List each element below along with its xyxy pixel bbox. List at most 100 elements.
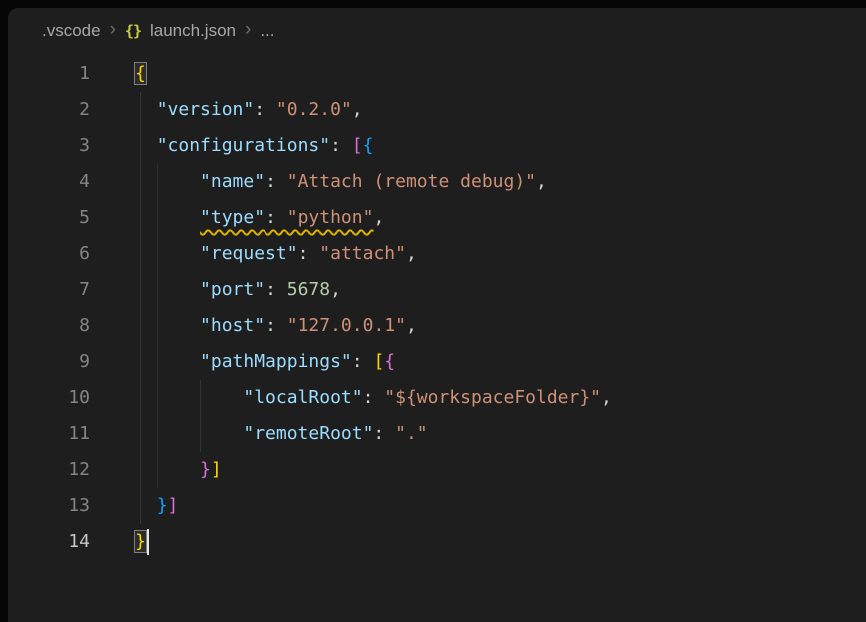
code-line[interactable]: 1{ (8, 56, 866, 92)
code-token: : (265, 171, 287, 192)
code-line[interactable]: 6 "request": "attach", (8, 236, 866, 272)
code-token: "remoteRoot" (243, 423, 373, 444)
code-token: , (373, 207, 384, 228)
code-token: "request" (200, 243, 298, 264)
line-number[interactable]: 10 (8, 380, 90, 416)
code-token: , (406, 243, 417, 264)
line-number[interactable]: 1 (8, 56, 90, 92)
json-braces-icon: {} (125, 22, 141, 40)
code-editor[interactable]: 1{2 "version": "0.2.0",3 "configurations… (8, 54, 866, 560)
code-line[interactable]: 5 "type": "python", (8, 200, 866, 236)
line-number[interactable]: 9 (8, 344, 90, 380)
code-token: "configurations" (157, 135, 330, 156)
line-content[interactable]: }] (135, 452, 222, 488)
line-number[interactable]: 6 (8, 236, 90, 272)
code-token: { (135, 63, 146, 84)
code-token (135, 243, 200, 264)
code-token: "0.2.0" (276, 99, 352, 120)
chevron-right-icon: › (110, 19, 116, 41)
code-token (135, 387, 243, 408)
code-line[interactable]: 10 "localRoot": "${workspaceFolder}", (8, 380, 866, 416)
code-line[interactable]: 8 "host": "127.0.0.1", (8, 308, 866, 344)
code-token: , (330, 279, 341, 300)
breadcrumb-symbol-more[interactable]: ... (260, 21, 274, 41)
code-line[interactable]: 13 }] (8, 488, 866, 524)
code-line[interactable]: 3 "configurations": [{ (8, 128, 866, 164)
line-content[interactable]: "port": 5678, (135, 272, 341, 308)
code-token: : (363, 387, 385, 408)
line-number[interactable]: 13 (8, 488, 90, 524)
line-content[interactable]: "version": "0.2.0", (135, 92, 363, 128)
breadcrumb: .vscode › {} launch.json › ... (8, 8, 866, 54)
code-token: : (330, 135, 352, 156)
code-token (135, 279, 200, 300)
code-token (135, 99, 157, 120)
line-number[interactable]: 5 (8, 200, 90, 236)
line-number[interactable]: 4 (8, 164, 90, 200)
code-token: } (200, 459, 211, 480)
line-number[interactable]: 8 (8, 308, 90, 344)
code-line[interactable]: 4 "name": "Attach (remote debug)", (8, 164, 866, 200)
code-line[interactable]: 7 "port": 5678, (8, 272, 866, 308)
code-line[interactable]: 12 }] (8, 452, 866, 488)
code-token: [ (352, 135, 363, 156)
code-token (135, 423, 243, 444)
code-line[interactable]: 14} (8, 524, 866, 560)
code-token: "port" (200, 279, 265, 300)
text-cursor (147, 529, 149, 555)
breadcrumb-folder[interactable]: .vscode (42, 21, 101, 41)
line-number[interactable]: 12 (8, 452, 90, 488)
code-token: "${workspaceFolder}" (384, 387, 601, 408)
code-token: "python" (287, 207, 374, 228)
code-token (135, 459, 200, 480)
line-content[interactable]: "host": "127.0.0.1", (135, 308, 417, 344)
code-token (135, 207, 200, 228)
code-token: "pathMappings" (200, 351, 352, 372)
code-token (135, 135, 157, 156)
code-line[interactable]: 2 "version": "0.2.0", (8, 92, 866, 128)
line-number[interactable]: 14 (8, 524, 90, 560)
line-content[interactable]: "configurations": [{ (135, 128, 373, 164)
code-token: "attach" (319, 243, 406, 264)
code-token (135, 315, 200, 336)
line-content[interactable]: "name": "Attach (remote debug)", (135, 164, 547, 200)
line-content[interactable]: { (135, 56, 146, 92)
code-line[interactable]: 11 "remoteRoot": "." (8, 416, 866, 452)
line-number[interactable]: 3 (8, 128, 90, 164)
line-number[interactable]: 2 (8, 92, 90, 128)
line-content[interactable]: }] (135, 488, 178, 524)
code-token: , (352, 99, 363, 120)
vscode-window: .vscode › {} launch.json › ... 1{2 "vers… (0, 0, 866, 622)
code-line[interactable]: 9 "pathMappings": [{ (8, 344, 866, 380)
code-token: "version" (157, 99, 255, 120)
line-content[interactable]: "request": "attach", (135, 236, 417, 272)
code-token: 5678 (287, 279, 330, 300)
code-token (135, 171, 200, 192)
breadcrumb-file[interactable]: launch.json (150, 21, 236, 41)
code-token: , (406, 315, 417, 336)
code-token: "Attach (remote debug)" (287, 171, 536, 192)
line-content[interactable]: "remoteRoot": "." (135, 416, 428, 452)
line-number[interactable]: 11 (8, 416, 90, 452)
line-content[interactable]: "localRoot": "${workspaceFolder}", (135, 380, 612, 416)
code-token: : (254, 99, 276, 120)
code-token: : (352, 351, 374, 372)
code-token: ] (211, 459, 222, 480)
line-number[interactable]: 7 (8, 272, 90, 308)
code-token: } (135, 531, 146, 552)
code-token: : (265, 315, 287, 336)
code-token (135, 495, 157, 516)
indent-guide (140, 92, 141, 524)
line-content[interactable]: "type": "python", (135, 200, 384, 236)
code-token: "." (395, 423, 428, 444)
code-token: "localRoot" (243, 387, 362, 408)
indent-guide (200, 380, 201, 452)
line-content[interactable]: } (135, 524, 149, 560)
code-token: "host" (200, 315, 265, 336)
code-token: "name" (200, 171, 265, 192)
code-token: : (373, 423, 395, 444)
code-token: [ (373, 351, 384, 372)
code-token: { (384, 351, 395, 372)
code-token: , (536, 171, 547, 192)
line-content[interactable]: "pathMappings": [{ (135, 344, 395, 380)
